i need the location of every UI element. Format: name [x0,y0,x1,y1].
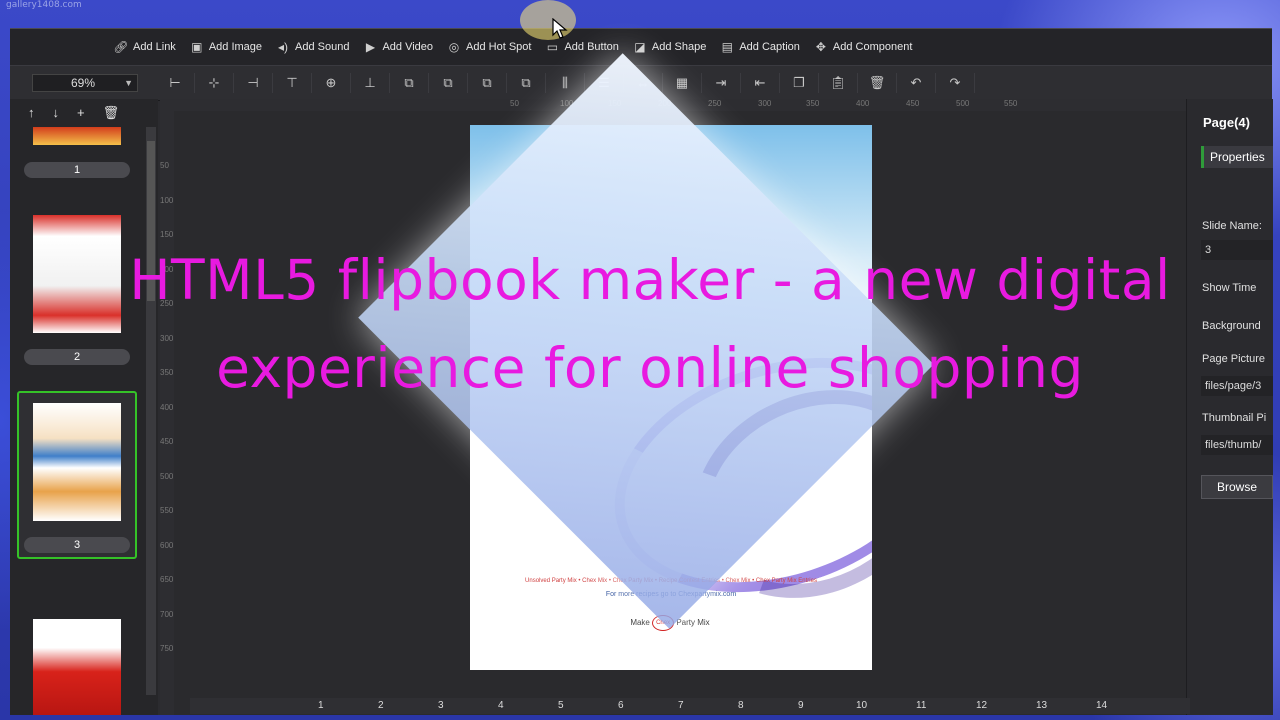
thumbnail-image [33,619,121,715]
button-icon: ▭ [546,40,559,54]
tab-properties[interactable]: Properties [1201,146,1273,168]
hotspot-icon: ◎ [448,40,460,54]
align-center-icon[interactable]: ⊹ [195,73,234,93]
align-bottom-icon[interactable]: ⊥ [351,73,390,93]
undo-icon[interactable]: ↶ [897,73,936,93]
mouse-cursor-icon [552,18,568,39]
add-button-button[interactable]: ▭ Add Button [545,40,619,54]
align-left-icon[interactable]: ⊢ [156,73,195,93]
same-width-icon[interactable]: ⇥ [702,73,741,93]
page-thumbnail-4[interactable] [18,619,136,715]
sound-icon: ◂) [278,40,289,54]
delete-page-icon[interactable]: 🗑︎ [103,105,120,121]
thumbnail-field[interactable]: files/thumb/ [1201,435,1273,455]
headline-line-1: HTML5 flipbook maker - a new digital [129,248,1171,312]
puzzle-icon: ✥ [815,40,826,54]
promo-headline: HTML5 flipbook maker - a new digital exp… [0,236,1280,412]
thumbnail-label: Thumbnail Pi [1202,412,1267,424]
bottom-ruler: 1 2 3 4 5 6 7 8 9 10 11 12 13 14 [190,698,1190,714]
slide-name-label: Slide Name: [1202,220,1262,232]
align-middle-icon[interactable]: ⊕ [312,73,351,93]
move-down-icon[interactable]: ↓ [53,105,60,121]
page-number-label: 1 [24,162,130,178]
image-icon: ▣ [191,40,203,54]
caption-icon: ▤ [721,40,734,54]
move-up-icon[interactable]: ↑ [28,105,35,121]
copy-icon[interactable]: ❐ [780,73,819,93]
link-icon: 🔗︎ [113,40,129,54]
page-thumbnail-3[interactable]: 3 [18,403,136,553]
add-hot-spot-button[interactable]: ◎ Add Hot Spot [447,40,532,54]
left-ruler: 50 100 150 200 250 300 350 400 450 500 5… [160,111,174,715]
delete-icon[interactable]: 🗑︎ [858,73,897,93]
thumbnail-image [33,403,121,521]
thumbnail-image [33,127,121,145]
same-height-icon[interactable]: ⇤ [741,73,780,93]
headline-line-2: experience for online shopping [216,336,1084,400]
browse-button[interactable]: Browse [1201,475,1273,499]
add-image-button[interactable]: ▣ Add Image [190,40,262,54]
grid-icon[interactable]: ▦ [663,73,702,93]
redo-icon[interactable]: ↷ [936,73,975,93]
watermark: gallery1408.com [6,0,82,10]
panel-title: Page(4) [1203,115,1250,130]
add-shape-button[interactable]: ◪ Add Shape [633,40,706,54]
page-thumbnail-1[interactable]: 1 [18,127,136,178]
bring-front-icon[interactable]: ⧉ [390,73,429,93]
add-page-icon[interactable]: + [77,105,85,121]
insert-toolbar: 🔗︎ Add Link ▣ Add Image ◂) Add Sound ▶ Add V… [10,29,1272,65]
page-number-label: 3 [24,537,130,553]
paste-icon[interactable]: 📋︎ [819,73,858,93]
align-right-icon[interactable]: ⊣ [234,73,273,93]
add-video-button[interactable]: ▶ Add Video [363,40,433,54]
add-sound-button[interactable]: ◂) Add Sound [276,40,349,54]
send-backward-icon[interactable]: ⧉ [468,73,507,93]
chevron-down-icon: ▼ [124,78,133,88]
add-caption-button[interactable]: ▤ Add Caption [720,40,800,54]
add-link-button[interactable]: 🔗︎ Add Link [113,40,175,54]
send-back-icon[interactable]: ⧉ [507,73,546,93]
video-icon: ▶ [365,40,376,54]
align-top-icon[interactable]: ⊤ [273,73,312,93]
bring-forward-icon[interactable]: ⧉ [429,73,468,93]
shape-icon: ◪ [634,40,646,54]
zoom-select[interactable]: 69% ▼ [32,74,138,92]
distribute-horizontal-icon[interactable]: ⫼ [546,73,585,93]
add-component-button[interactable]: ✥ Add Component [814,40,913,54]
